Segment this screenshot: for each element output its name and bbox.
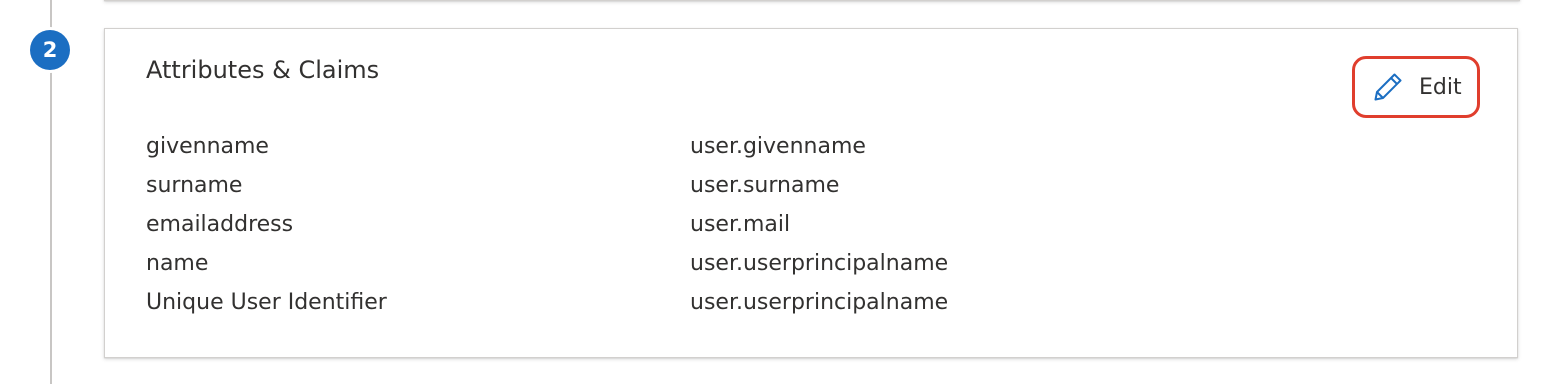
- claim-name: Unique User Identifier: [146, 290, 387, 315]
- card-title: Attributes & Claims: [146, 56, 380, 84]
- claims-list: givenname user.givenname surname user.su…: [146, 127, 1146, 322]
- pencil-icon: [1371, 70, 1405, 104]
- claim-value: user.surname: [690, 173, 840, 198]
- previous-section-card: [104, 0, 1520, 1]
- claim-row: givenname user.givenname: [146, 127, 1146, 166]
- claim-value: user.userprincipalname: [690, 290, 949, 315]
- edit-button-label: Edit: [1419, 74, 1462, 100]
- claim-value: user.givenname: [690, 134, 866, 159]
- claim-name: name: [146, 251, 209, 276]
- edit-button[interactable]: Edit: [1352, 56, 1480, 118]
- claim-name: emailaddress: [146, 212, 294, 237]
- claim-name: surname: [146, 173, 243, 198]
- attributes-claims-card: Attributes & Claims Edit givenname user.…: [104, 28, 1518, 358]
- claim-row: surname user.surname: [146, 166, 1146, 205]
- step-number: 2: [42, 38, 58, 62]
- claim-name: givenname: [146, 134, 269, 159]
- claim-row: name user.userprincipalname: [146, 244, 1146, 283]
- claim-value: user.mail: [690, 212, 791, 237]
- claim-value: user.userprincipalname: [690, 251, 949, 276]
- step-number-badge: 2: [30, 30, 70, 70]
- claim-row: Unique User Identifier user.userprincipa…: [146, 283, 1146, 322]
- claim-row: emailaddress user.mail: [146, 205, 1146, 244]
